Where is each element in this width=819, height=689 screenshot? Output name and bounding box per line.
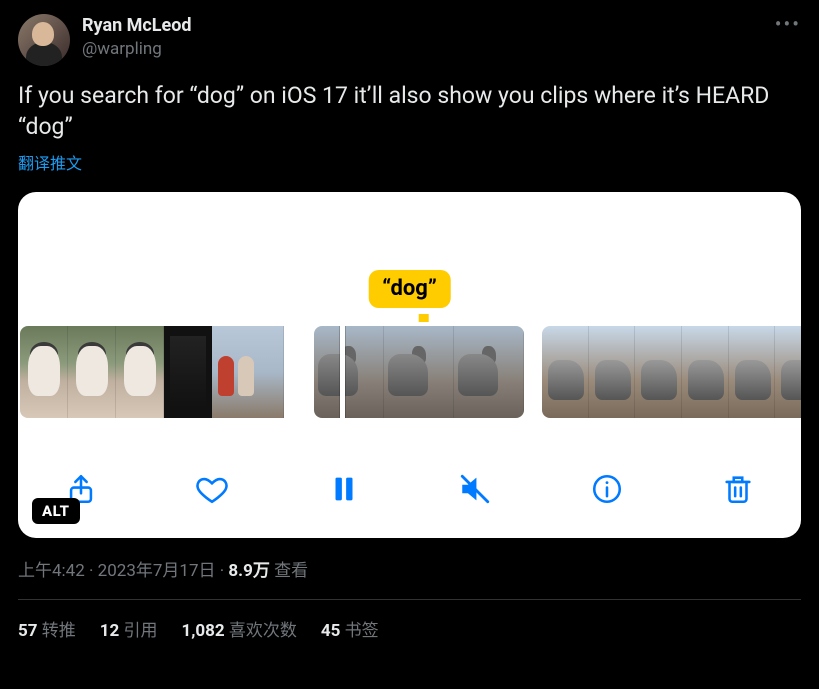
trash-icon — [721, 472, 755, 506]
divider — [18, 599, 801, 600]
date[interactable]: 2023年7月17日 — [98, 561, 216, 581]
info-icon — [590, 472, 624, 506]
video-timeline[interactable] — [18, 326, 801, 418]
retweets-stat[interactable]: 57 转推 — [18, 616, 76, 641]
views-count: 8.9万 — [228, 561, 269, 581]
heart-icon — [195, 472, 229, 506]
translate-link[interactable]: 翻译推文 — [18, 150, 801, 174]
timeline-frame — [212, 326, 284, 418]
info-button[interactable] — [586, 468, 628, 510]
clip-group[interactable] — [20, 326, 296, 418]
avatar[interactable] — [18, 14, 70, 66]
display-name[interactable]: Ryan McLeod — [82, 14, 192, 38]
more-menu-button[interactable]: ••• — [775, 12, 801, 36]
timeline-frame — [384, 326, 454, 418]
likes-stat[interactable]: 1,082 喜欢次数 — [181, 616, 296, 641]
timestamp[interactable]: 上午4:42 — [18, 561, 85, 581]
tweet-header: Ryan McLeod @warpling ••• — [18, 14, 801, 66]
bookmarks-stat[interactable]: 45 书签 — [321, 616, 379, 641]
user-info: Ryan McLeod @warpling — [82, 14, 192, 61]
views-label: 查看 — [270, 561, 308, 581]
clip-group-active[interactable] — [314, 326, 524, 418]
tweet-container: Ryan McLeod @warpling ••• If you search … — [0, 0, 819, 655]
delete-button[interactable] — [717, 468, 759, 510]
search-term-bubble: “dog” — [368, 270, 451, 308]
clip-group[interactable] — [542, 326, 801, 418]
pause-button[interactable] — [323, 468, 365, 510]
timeline-frame — [116, 326, 164, 418]
pause-icon — [327, 472, 361, 506]
media-toolbar — [18, 468, 801, 510]
timeline-frame — [454, 326, 524, 418]
timeline-frame — [20, 326, 68, 418]
tweet-meta: 上午4:42 · 2023年7月17日 · 8.9万 查看 — [18, 556, 801, 581]
tweet-stats: 57 转推 12 引用 1,082 喜欢次数 45 书签 — [18, 616, 801, 641]
tweet-text: If you search for “dog” on iOS 17 it’ll … — [18, 80, 801, 142]
user-handle[interactable]: @warpling — [82, 38, 192, 61]
timeline-frame — [542, 326, 589, 418]
timeline-frame — [729, 326, 776, 418]
timeline-frame — [314, 326, 384, 418]
timeline-frame — [164, 326, 212, 418]
like-button[interactable] — [191, 468, 233, 510]
playhead[interactable] — [340, 326, 345, 418]
mute-icon — [458, 472, 492, 506]
timeline-frame — [682, 326, 729, 418]
timeline-frame — [589, 326, 636, 418]
timeline-frame — [635, 326, 682, 418]
media-card[interactable]: “dog” — [18, 192, 801, 538]
timeline-frame — [68, 326, 116, 418]
mute-button[interactable] — [454, 468, 496, 510]
timeline-frame — [775, 326, 801, 418]
alt-badge[interactable]: ALT — [32, 498, 80, 524]
quotes-stat[interactable]: 12 引用 — [100, 616, 158, 641]
